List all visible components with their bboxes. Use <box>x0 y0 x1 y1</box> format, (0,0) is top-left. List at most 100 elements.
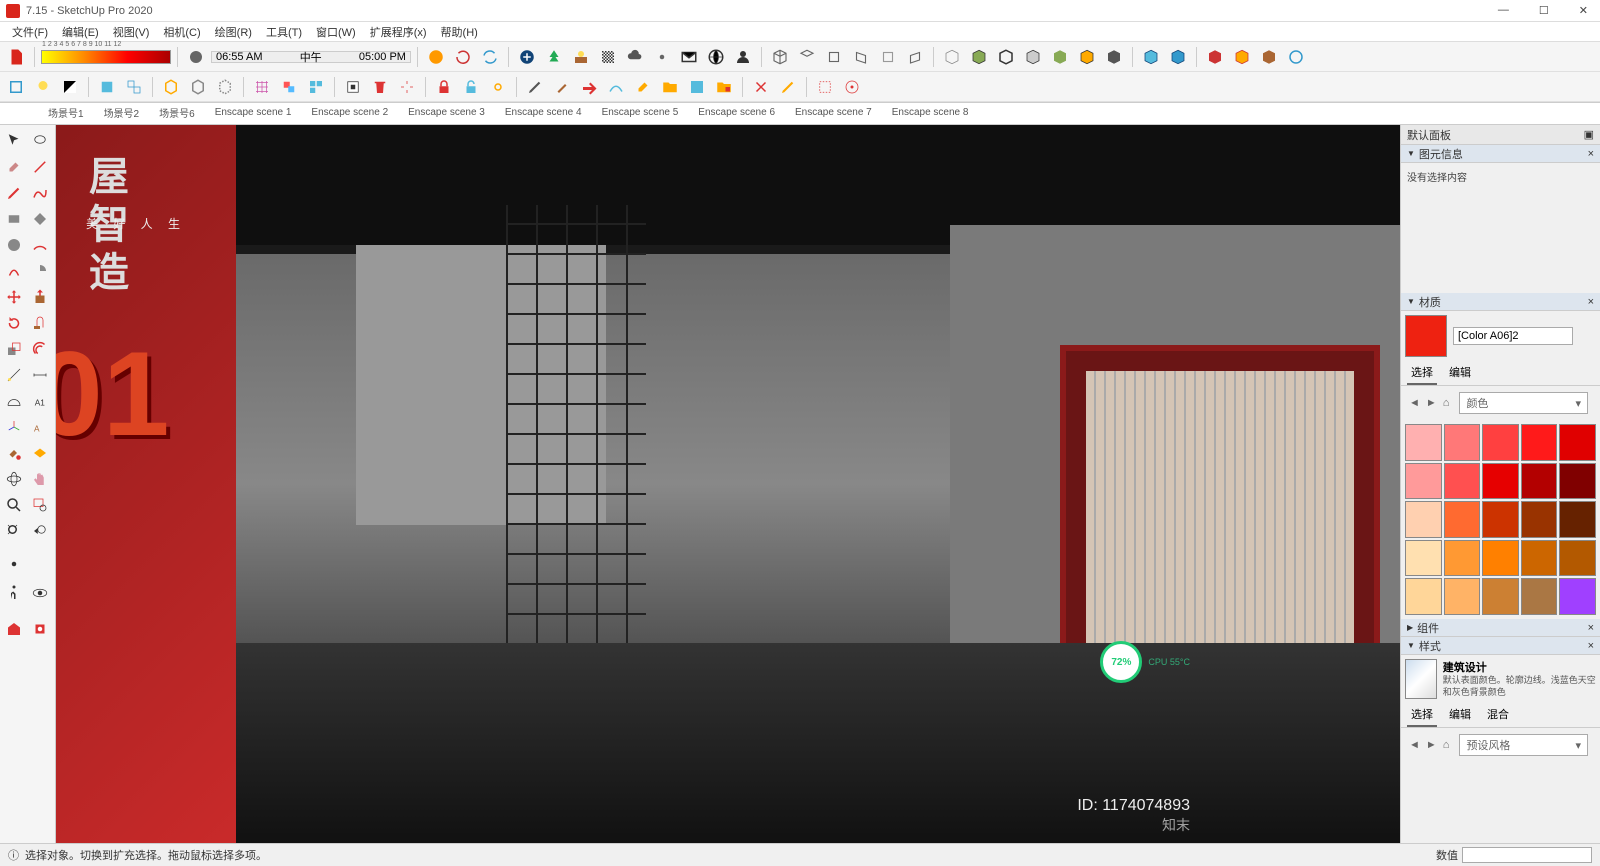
material-swatch[interactable] <box>1405 315 1447 357</box>
style-fwd-icon[interactable]: ► <box>1424 739 1439 751</box>
pie-tool[interactable] <box>28 259 52 283</box>
mask-button[interactable] <box>341 75 365 99</box>
folder2-button[interactable] <box>712 75 736 99</box>
color-swatch[interactable] <box>1559 424 1596 461</box>
style2-button[interactable] <box>967 45 991 69</box>
measurement-input[interactable] <box>1462 847 1592 863</box>
look-tool[interactable] <box>28 581 52 605</box>
selection-box-button[interactable] <box>813 75 837 99</box>
menu-camera[interactable]: 相机(C) <box>157 22 206 42</box>
scene-tab-4[interactable]: Enscape scene 1 <box>207 104 300 123</box>
color-swatch[interactable] <box>1482 578 1519 615</box>
color-swatch[interactable] <box>1521 501 1558 538</box>
scene-tab-11[interactable]: Enscape scene 8 <box>884 104 977 123</box>
xray-button[interactable] <box>1139 45 1163 69</box>
extension-tool[interactable] <box>28 617 52 641</box>
shadow-gradient[interactable]: 1 2 3 4 5 6 7 8 9 10 11 12 <box>41 50 171 64</box>
materials-close-icon[interactable]: × <box>1588 296 1594 308</box>
brush-button[interactable] <box>550 75 574 99</box>
color-swatch[interactable] <box>1444 424 1481 461</box>
component-button[interactable] <box>304 75 328 99</box>
color-swatch[interactable] <box>1559 501 1596 538</box>
color-swatch[interactable] <box>1405 540 1442 577</box>
scene-tab-9[interactable]: Enscape scene 6 <box>690 104 783 123</box>
zoom-window-tool[interactable] <box>28 493 52 517</box>
paint-tool[interactable] <box>2 441 26 465</box>
viewport[interactable]: 屋智造 美 好 人 生 01 72% CPU 55°C ID: 11740748… <box>56 125 1400 843</box>
style3-button[interactable] <box>994 45 1018 69</box>
grid-button[interactable] <box>250 75 274 99</box>
right-view-button[interactable] <box>849 45 873 69</box>
unlock-button[interactable] <box>459 75 483 99</box>
zoom-extents-tool[interactable] <box>2 519 26 543</box>
menu-view[interactable]: 视图(V) <box>107 22 156 42</box>
target-button[interactable] <box>840 75 864 99</box>
orbit-tool[interactable] <box>2 467 26 491</box>
eraser-tool[interactable] <box>2 155 26 179</box>
bulb-button[interactable] <box>31 75 55 99</box>
pan-tool[interactable] <box>28 467 52 491</box>
color-swatch[interactable] <box>1521 463 1558 500</box>
globe-button[interactable] <box>704 45 728 69</box>
back-view-button[interactable] <box>876 45 900 69</box>
style1-button[interactable] <box>940 45 964 69</box>
mat-home-icon[interactable]: ⌂ <box>1441 397 1452 409</box>
mat-back-icon[interactable]: ◄ <box>1407 397 1422 409</box>
sun-button[interactable] <box>569 45 593 69</box>
mail-button[interactable] <box>677 45 701 69</box>
style4-button[interactable] <box>1021 45 1045 69</box>
backedge-button[interactable] <box>1166 45 1190 69</box>
eraser2-button[interactable] <box>631 75 655 99</box>
user-button[interactable] <box>731 45 755 69</box>
tape-tool[interactable] <box>2 363 26 387</box>
previous-view-tool[interactable] <box>28 519 52 543</box>
material-category-dropdown[interactable]: 颜色▾ <box>1459 392 1588 414</box>
lock-button[interactable] <box>432 75 456 99</box>
materials-tab-edit[interactable]: 编辑 <box>1445 361 1475 385</box>
folder-button[interactable] <box>658 75 682 99</box>
mat-fwd-icon[interactable]: ► <box>1424 397 1439 409</box>
iso-button[interactable] <box>768 45 792 69</box>
default-tray-header[interactable]: 默认面板 ▣ <box>1401 125 1600 145</box>
color-swatch[interactable] <box>1559 540 1596 577</box>
new-file-button[interactable] <box>4 45 28 69</box>
color-swatch[interactable] <box>1559 578 1596 615</box>
dimension-tool[interactable] <box>28 363 52 387</box>
styles-header[interactable]: ▼样式 × <box>1401 637 1600 655</box>
position-camera-tool[interactable] <box>2 555 26 579</box>
help-icon[interactable]: ⓘ <box>8 847 19 863</box>
menu-tools[interactable]: 工具(T) <box>260 22 308 42</box>
line-tool[interactable] <box>28 155 52 179</box>
text-tool[interactable]: A1 <box>28 389 52 413</box>
settings-button[interactable] <box>650 45 674 69</box>
materials-header[interactable]: ▼材质 × <box>1401 293 1600 311</box>
style-category-dropdown[interactable]: 预设风格▾ <box>1459 734 1588 756</box>
arrow-right-button[interactable] <box>577 75 601 99</box>
style-thumbnail[interactable] <box>1405 659 1437 699</box>
entity-close-icon[interactable]: × <box>1588 148 1594 160</box>
explode-button[interactable] <box>395 75 419 99</box>
style-home-icon[interactable]: ⌂ <box>1441 739 1452 751</box>
move-tool[interactable] <box>2 285 26 309</box>
face-button[interactable] <box>95 75 119 99</box>
front-view-button[interactable] <box>822 45 846 69</box>
color-swatch[interactable] <box>1482 540 1519 577</box>
color-swatch[interactable] <box>1482 424 1519 461</box>
scene-tab-7[interactable]: Enscape scene 4 <box>497 104 590 123</box>
scene-tab-8[interactable]: Enscape scene 5 <box>594 104 687 123</box>
style-back-icon[interactable]: ◄ <box>1407 739 1422 751</box>
zoom-tool[interactable] <box>2 493 26 517</box>
color-swatch[interactable] <box>1521 578 1558 615</box>
color-swatch[interactable] <box>1559 463 1596 500</box>
rotate-tool[interactable] <box>2 311 26 335</box>
cut-button[interactable] <box>749 75 773 99</box>
scale-tool[interactable] <box>2 337 26 361</box>
styles-tab-mix[interactable]: 混合 <box>1483 703 1513 727</box>
color-swatch[interactable] <box>1444 540 1481 577</box>
color-swatch[interactable] <box>1444 463 1481 500</box>
gear2-button[interactable] <box>486 75 510 99</box>
styles-tab-select[interactable]: 选择 <box>1407 703 1437 727</box>
hexagon2-button[interactable] <box>186 75 210 99</box>
circle-tool[interactable] <box>2 233 26 257</box>
tray-pin-icon[interactable]: ▣ <box>1584 128 1594 141</box>
